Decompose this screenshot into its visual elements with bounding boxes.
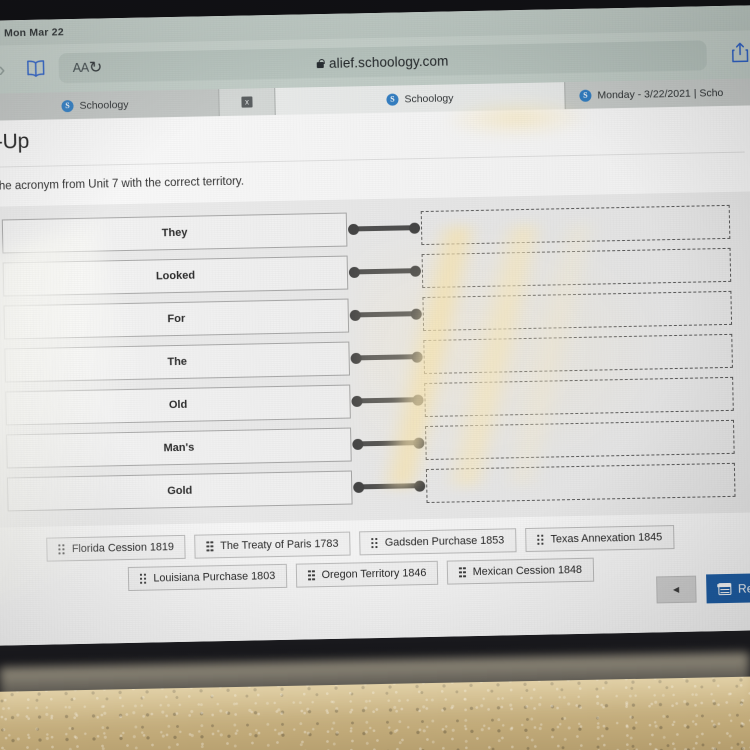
web-page-content: arm-Up Match the acronym from Unit 7 wit… xyxy=(0,105,750,646)
answer-chip-label: Louisiana Purchase 1803 xyxy=(153,570,276,585)
previous-button[interactable]: ◀ xyxy=(655,575,697,604)
address-bar[interactable]: AA alief.schoology.com ↻ xyxy=(58,40,707,84)
prompt-card[interactable]: They xyxy=(1,212,348,253)
match-connector xyxy=(347,211,422,246)
review-button[interactable]: Rev xyxy=(705,573,750,604)
drag-handle-icon xyxy=(139,573,147,584)
drag-handle-icon xyxy=(58,544,65,555)
browser-tab-1-title: Schoology xyxy=(79,98,129,112)
browser-tab-4[interactable]: S Monday - 3/22/2021 | Scho xyxy=(565,78,750,110)
prompt-card[interactable]: Looked xyxy=(2,255,349,296)
drag-handle-icon xyxy=(459,567,466,578)
match-connector xyxy=(350,383,425,418)
prompt-card[interactable]: For xyxy=(3,298,350,339)
answer-dropzone[interactable] xyxy=(420,204,731,245)
browser-tab-2[interactable]: x xyxy=(219,87,276,117)
schoology-favicon: S xyxy=(386,93,399,106)
match-connector xyxy=(349,340,424,375)
book-icon xyxy=(25,60,47,78)
close-icon[interactable]: x xyxy=(241,96,253,108)
connector-line-icon xyxy=(356,353,417,361)
chevron-right-icon: › xyxy=(0,57,6,82)
answer-dropzone[interactable] xyxy=(424,376,734,417)
share-button[interactable] xyxy=(722,41,750,69)
answer-chip-label: Oregon Territory 1846 xyxy=(321,567,427,582)
drag-handle-icon xyxy=(537,534,544,545)
url-text: alief.schoology.com xyxy=(328,52,449,71)
prompt-card[interactable]: Old xyxy=(5,384,351,425)
photo-of-tablet-screen: Mon Mar 22 › AA alief.schoology.com ↻ S … xyxy=(0,0,750,750)
lock-icon xyxy=(317,58,324,67)
connector-line-icon xyxy=(355,310,416,318)
connector-line-icon xyxy=(357,396,418,404)
url-display: alief.schoology.com xyxy=(59,48,707,76)
tablet-screen: Mon Mar 22 › AA alief.schoology.com ↻ S … xyxy=(0,5,750,646)
browser-tab-3-title: Schoology xyxy=(404,91,454,105)
forward-button[interactable]: › xyxy=(0,57,19,82)
match-connector xyxy=(352,469,427,504)
answer-dropzone[interactable] xyxy=(422,290,733,331)
connector-line-icon xyxy=(359,482,420,490)
prompt-card[interactable]: Gold xyxy=(6,470,353,511)
answer-chip[interactable]: The Treaty of Paris 1783 xyxy=(194,531,351,559)
prompt-card[interactable]: Man's xyxy=(6,427,352,468)
answer-chip-label: Gadsden Purchase 1853 xyxy=(384,534,505,549)
drag-handle-icon xyxy=(371,537,378,549)
connector-line-icon xyxy=(354,224,415,232)
match-connector xyxy=(351,426,426,461)
answer-chip-label: The Treaty of Paris 1783 xyxy=(220,537,339,553)
answer-dropzone[interactable] xyxy=(425,462,736,503)
status-bar-date: Mon Mar 22 xyxy=(3,25,64,39)
answer-chip-label: Mexican Cession 1848 xyxy=(472,563,583,579)
answer-chip-label: Florida Cession 1819 xyxy=(71,541,174,556)
schoology-favicon: S xyxy=(579,89,592,102)
answer-dropzone[interactable] xyxy=(421,247,732,288)
drag-handle-icon xyxy=(308,570,315,581)
share-icon xyxy=(730,41,750,68)
answer-dropzone[interactable] xyxy=(423,333,733,374)
browser-tab-4-title: Monday - 3/22/2021 | Scho xyxy=(597,86,724,102)
drag-handle-icon xyxy=(206,541,214,552)
answer-chip[interactable]: Gadsden Purchase 1853 xyxy=(359,528,517,556)
matching-question-panel: They Looked For The Old Man's Gold xyxy=(0,191,750,529)
match-connector xyxy=(348,297,423,332)
match-connector xyxy=(348,254,423,289)
answer-chip-label: Texas Annexation 1845 xyxy=(550,531,663,546)
schoology-favicon: S xyxy=(61,99,74,112)
bookmarks-button[interactable] xyxy=(19,59,53,78)
connector-line-icon xyxy=(358,439,419,447)
calendar-icon xyxy=(717,582,732,595)
answer-chip[interactable]: Florida Cession 1819 xyxy=(46,534,187,562)
prompt-card[interactable]: The xyxy=(4,341,350,382)
review-button-label: Rev xyxy=(737,580,750,596)
answer-dropzone[interactable] xyxy=(425,419,735,460)
answer-bank-row: Florida Cession 1819 The Treaty of Paris… xyxy=(46,525,675,562)
connector-line-icon xyxy=(354,267,415,275)
answer-chip[interactable]: Texas Annexation 1845 xyxy=(525,525,675,553)
